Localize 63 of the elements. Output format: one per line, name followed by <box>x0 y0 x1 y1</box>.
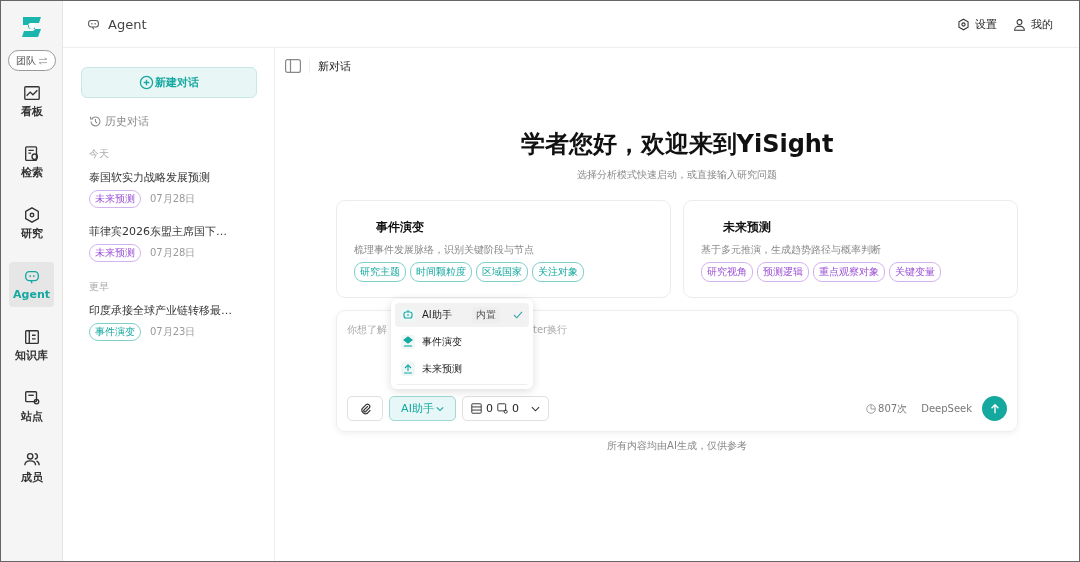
menu-item[interactable]: 事件演变 <box>395 330 529 354</box>
chat-title[interactable]: 菲律宾2026东盟主席国下… <box>89 224 256 239</box>
history-heading: 历史对话 <box>105 114 149 129</box>
upload-icon <box>401 362 415 376</box>
chat-date: 07月23日 <box>150 325 196 339</box>
card-description: 梳理事件发展脉络，识别关键阶段与节点 <box>354 243 535 257</box>
card-title: 未来预测 <box>723 219 772 236</box>
swap-icon <box>37 56 48 65</box>
check-icon <box>513 311 523 319</box>
settings-icon <box>957 17 970 31</box>
caret-icon <box>531 405 540 412</box>
profile-button[interactable]: 我的 <box>1013 16 1053 32</box>
menu-item[interactable]: 未来预测 <box>395 357 529 381</box>
book-icon <box>22 328 41 346</box>
card-title: 事件演变 <box>376 219 425 236</box>
param-tag[interactable]: 重点观察对象 <box>813 262 885 282</box>
nav-item[interactable]: 成员 <box>9 445 54 490</box>
chat-date: 07月28日 <box>150 192 196 206</box>
param-tag[interactable]: 关键变量 <box>889 262 941 282</box>
conversation-title: 新对话 <box>318 58 351 74</box>
nav-item[interactable]: 研究 <box>9 201 54 246</box>
input-placeholder: 你想了解 <box>347 323 388 337</box>
menu-item[interactable]: AI助手 内置 <box>395 303 529 327</box>
site-icon <box>497 403 508 414</box>
nav-item[interactable]: 检索 <box>9 140 54 185</box>
chat-date: 07月28日 <box>150 246 196 260</box>
page-title: Agent <box>108 16 147 32</box>
chat-title[interactable]: 泰国软实力战略发展预测 <box>89 170 256 185</box>
history-icon <box>89 115 102 128</box>
nav-item[interactable]: 看板 <box>9 79 54 124</box>
nav-item[interactable]: 知识库 <box>9 323 54 368</box>
attach-button[interactable] <box>347 396 383 421</box>
model-name[interactable]: DeepSeek <box>921 403 972 414</box>
paperclip-icon <box>358 402 372 415</box>
mode-card[interactable]: 未来预测 基于多元推演，生成趋势路径与概率判断 研究视角 预测逻辑 重点观察对象 关键变量 <box>683 200 1018 298</box>
team-switch-button[interactable]: 团队 <box>7 50 56 71</box>
send-button[interactable] <box>982 396 1007 421</box>
chart-icon <box>22 84 41 102</box>
layers-icon <box>401 335 415 349</box>
card-description: 基于多元推演，生成趋势路径与概率判断 <box>701 243 882 257</box>
hexagon-icon <box>22 206 41 224</box>
disclaimer-text: 所有内容均由AI生成，仅供参考 <box>607 439 747 453</box>
arrow-up-icon <box>988 402 1001 415</box>
sources-dropdown[interactable]: 0 0 <box>462 396 549 421</box>
users-icon <box>22 450 41 468</box>
chat-title[interactable]: 印度承接全球产业链转移最… <box>89 303 256 318</box>
database-icon <box>471 403 482 414</box>
param-tag[interactable]: 研究视角 <box>701 262 753 282</box>
welcome-heading: 学者您好，欢迎来到YiSight <box>520 129 834 160</box>
param-tag[interactable]: 预测逻辑 <box>757 262 809 282</box>
usage-count: 807次 <box>878 401 908 416</box>
welcome-subtitle: 选择分析模式快速启动，或直接输入研究问题 <box>577 168 777 182</box>
settings-button[interactable]: 设置 <box>957 16 997 32</box>
clock-icon <box>866 403 877 414</box>
document-search-icon <box>22 145 41 163</box>
user-icon <box>1013 17 1026 31</box>
plus-chat-icon <box>139 75 154 90</box>
input-placeholder: ter换行 <box>533 323 568 337</box>
group-label: 更早 <box>89 280 110 294</box>
caret-icon <box>435 405 444 412</box>
group-label: 今天 <box>89 147 110 161</box>
nav-item[interactable]: 站点 <box>9 384 54 429</box>
sidebar-toggle-icon[interactable] <box>285 59 301 73</box>
